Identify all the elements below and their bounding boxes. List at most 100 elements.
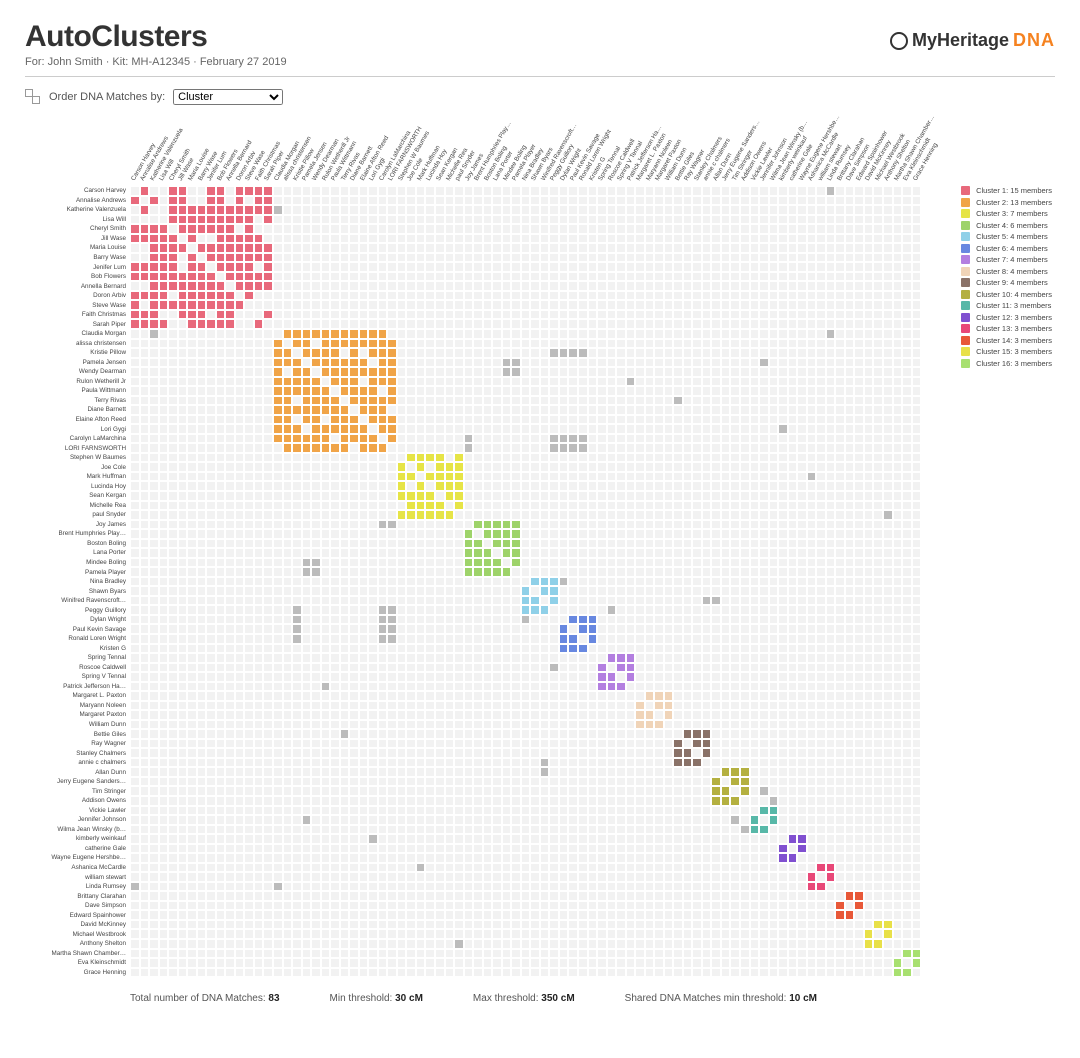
matrix-cell [330, 329, 340, 339]
matrix-cell [159, 653, 169, 663]
matrix-cell [511, 281, 521, 291]
matrix-cell [607, 453, 617, 463]
matrix-cell [302, 520, 312, 530]
matrix-cell [178, 243, 188, 253]
matrix-cell [864, 205, 874, 215]
matrix-cell [349, 396, 359, 406]
matrix-cell [502, 196, 512, 206]
matrix-cell [750, 243, 760, 253]
matrix-row: Katherine Valenzuela [25, 205, 921, 215]
matrix-cell [912, 205, 922, 215]
matrix-cell [445, 186, 455, 196]
matrix-cell [244, 682, 254, 692]
matrix-cell [740, 577, 750, 587]
matrix-cell [378, 396, 388, 406]
matrix-cell [283, 596, 293, 606]
matrix-cell [435, 291, 445, 301]
matrix-cell [692, 701, 702, 711]
matrix-cell [597, 701, 607, 711]
matrix-cell [711, 262, 721, 272]
matrix-cell [311, 281, 321, 291]
matrix-cell [416, 243, 426, 253]
matrix-cell [807, 605, 817, 615]
matrix-cell [254, 358, 264, 368]
matrix-cell [788, 415, 798, 425]
matrix-cell [406, 224, 416, 234]
matrix-cell [206, 405, 216, 415]
matrix-cell [597, 196, 607, 206]
order-select[interactable]: Cluster [173, 89, 283, 105]
matrix-cell [654, 348, 664, 358]
matrix-cell [778, 529, 788, 539]
matrix-cell [616, 358, 626, 368]
matrix-cell [149, 224, 159, 234]
matrix-cell [845, 196, 855, 206]
matrix-cell [702, 501, 712, 511]
matrix-cell [740, 281, 750, 291]
matrix-cell [750, 339, 760, 349]
matrix-cell [435, 472, 445, 482]
matrix-cell [759, 443, 769, 453]
matrix-cell [197, 424, 207, 434]
matrix-cell [378, 691, 388, 701]
matrix-cell [244, 196, 254, 206]
matrix-cell [540, 253, 550, 263]
matrix-cell [683, 491, 693, 501]
matrix-cell [387, 481, 397, 491]
matrix-cell [807, 539, 817, 549]
matrix-cell [130, 348, 140, 358]
matrix-cell [578, 720, 588, 730]
matrix-cell [492, 424, 502, 434]
matrix-cell [406, 462, 416, 472]
matrix-cell [635, 663, 645, 673]
matrix-cell [626, 691, 636, 701]
matrix-cell [302, 224, 312, 234]
matrix-cell [168, 196, 178, 206]
matrix-cell [807, 501, 817, 511]
matrix-cell [359, 672, 369, 682]
matrix-cell [778, 644, 788, 654]
matrix-cell [178, 520, 188, 530]
matrix-cell [816, 720, 826, 730]
matrix-cell [616, 405, 626, 415]
matrix-cell [130, 624, 140, 634]
matrix-cell [549, 501, 559, 511]
matrix-cell [721, 539, 731, 549]
matrix-cell [330, 300, 340, 310]
matrix-cell [797, 691, 807, 701]
matrix-cell [750, 319, 760, 329]
matrix-cell [492, 272, 502, 282]
matrix-cell [807, 624, 817, 634]
matrix-cell [235, 396, 245, 406]
matrix-cell [616, 319, 626, 329]
matrix-cell [893, 405, 903, 415]
matrix-cell [445, 358, 455, 368]
matrix-cell [864, 663, 874, 673]
matrix-cell [149, 262, 159, 272]
matrix-cell [254, 300, 264, 310]
matrix-cell [473, 329, 483, 339]
matrix-cell [873, 281, 883, 291]
matrix-cell [216, 701, 226, 711]
matrix-cell [349, 586, 359, 596]
matrix-cell [454, 367, 464, 377]
matrix-cell [425, 653, 435, 663]
matrix-cell [206, 644, 216, 654]
matrix-cell [168, 605, 178, 615]
matrix-cell [521, 310, 531, 320]
matrix-cell [330, 291, 340, 301]
matrix-cell [416, 310, 426, 320]
matrix-cell [645, 653, 655, 663]
matrix-cell [759, 319, 769, 329]
matrix-cell [549, 653, 559, 663]
matrix-cell [435, 529, 445, 539]
matrix-cell [740, 329, 750, 339]
matrix-row: Maryann Noleen [25, 701, 921, 711]
matrix-cell [702, 520, 712, 530]
matrix-cell [149, 691, 159, 701]
matrix-cell [816, 310, 826, 320]
matrix-cell [406, 310, 416, 320]
matrix-cell [454, 682, 464, 692]
matrix-cell [244, 377, 254, 387]
matrix-cell [902, 577, 912, 587]
